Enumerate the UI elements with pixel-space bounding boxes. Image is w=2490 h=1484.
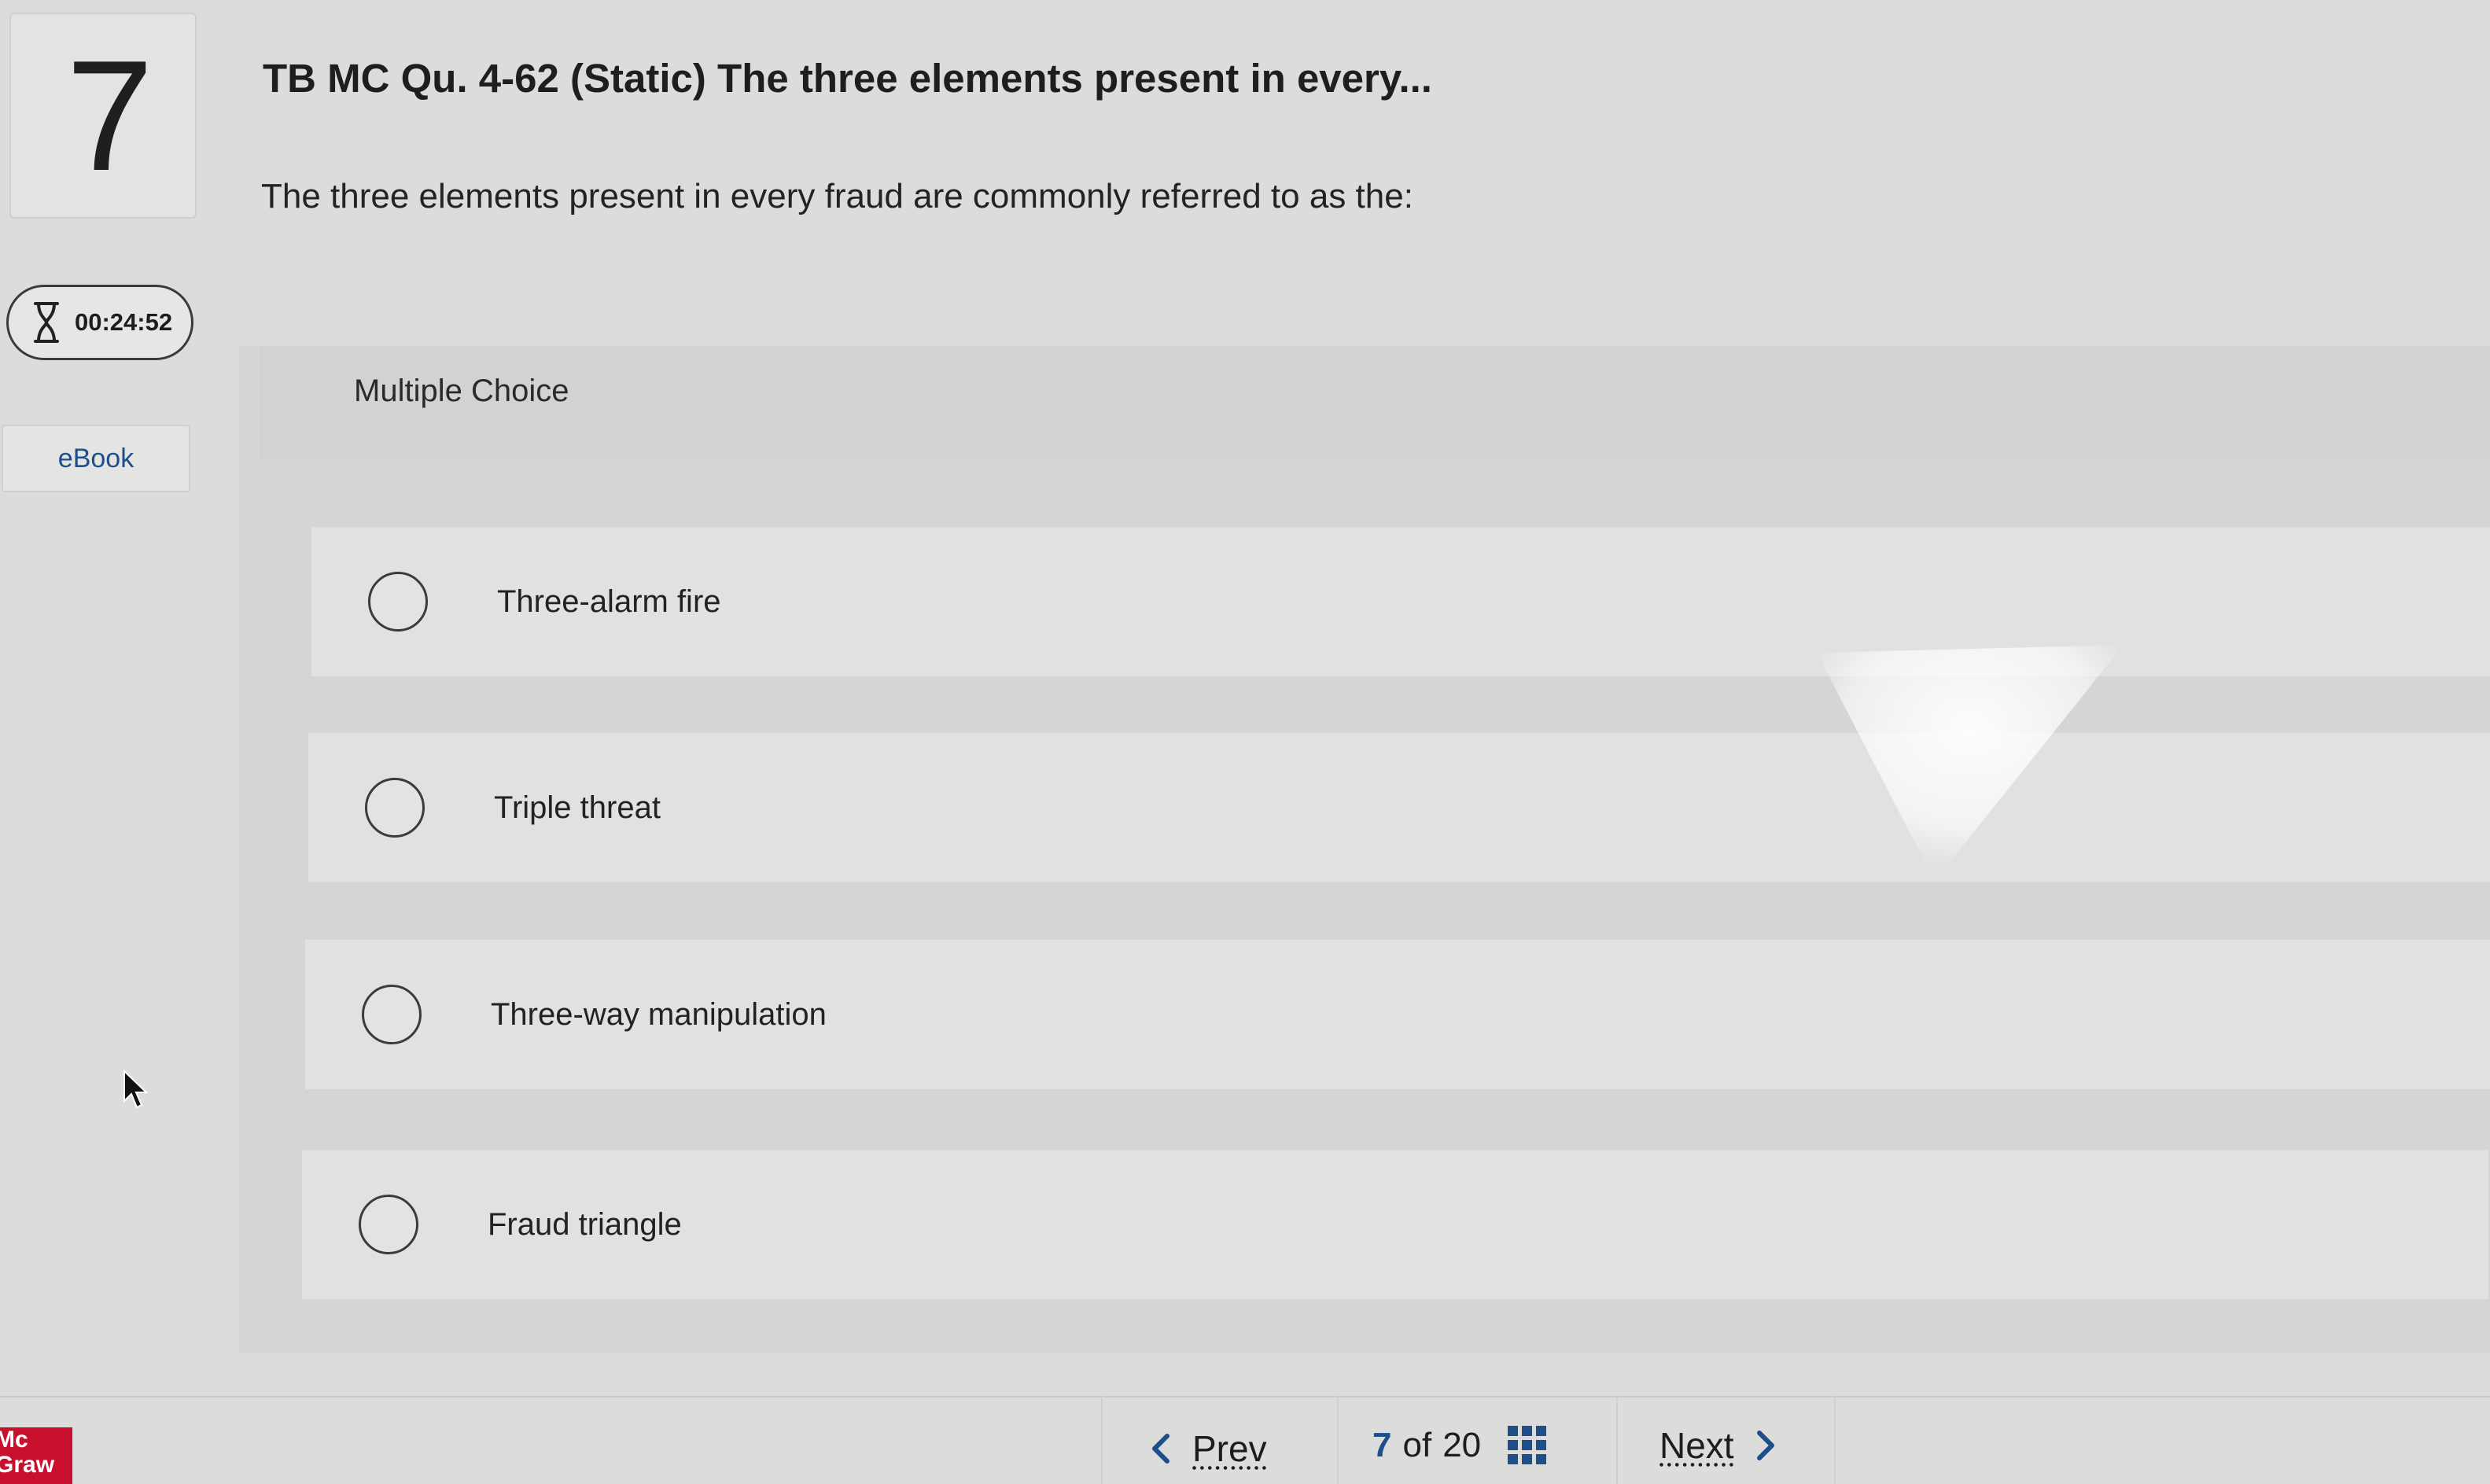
logo-line-2: Graw — [0, 1452, 55, 1478]
hourglass-icon — [34, 302, 59, 343]
radio-button[interactable] — [365, 778, 425, 838]
next-label: Next — [1659, 1425, 1734, 1466]
chevron-right-icon — [1756, 1431, 1774, 1460]
choice-option[interactable]: Triple threat — [308, 733, 2490, 882]
next-button[interactable]: Next — [1659, 1424, 1778, 1467]
choice-label: Three-alarm fire — [497, 584, 721, 619]
prev-label: Prev — [1192, 1428, 1267, 1469]
choice-option[interactable]: Three-way manipulation — [305, 940, 2490, 1089]
radio-button[interactable] — [362, 985, 422, 1044]
choice-label: Triple threat — [494, 790, 661, 825]
question-navigation: Prev 7 of 20 Next — [1101, 1396, 1840, 1484]
nav-divider — [1337, 1396, 1339, 1484]
question-number-box: 7 — [9, 13, 197, 219]
ebook-button[interactable]: eBook — [2, 425, 190, 492]
current-page: 7 — [1372, 1426, 1392, 1464]
prev-button[interactable]: Prev — [1148, 1427, 1267, 1470]
nav-divider — [1834, 1396, 1836, 1484]
chevron-left-icon — [1152, 1434, 1169, 1464]
question-title: TB MC Qu. 4-62 (Static) The three elemen… — [263, 56, 1432, 101]
logo-line-1: Mc — [0, 1427, 28, 1453]
question-number: 7 — [66, 28, 154, 204]
mcgraw-logo: Mc Graw — [0, 1427, 72, 1484]
choice-option[interactable]: Fraud triangle — [302, 1150, 2488, 1299]
nav-divider — [1616, 1396, 1618, 1484]
timer-value: 00:24:52 — [75, 308, 173, 336]
total-pages: 20 — [1442, 1426, 1482, 1464]
screen-glare — [1817, 645, 2123, 881]
multiple-choice-label: Multiple Choice — [354, 374, 569, 408]
timer-badge: 00:24:52 — [6, 285, 193, 360]
radio-button[interactable] — [359, 1195, 418, 1254]
choice-label: Three-way manipulation — [491, 996, 827, 1032]
nav-divider — [1101, 1396, 1103, 1484]
question-prompt: The three elements present in every frau… — [261, 177, 1413, 215]
mouse-cursor-icon — [123, 1070, 149, 1109]
of-label: of — [1402, 1426, 1432, 1464]
radio-button[interactable] — [368, 572, 428, 632]
page-indicator[interactable]: 7 of 20 — [1372, 1424, 1549, 1467]
grid-icon[interactable] — [1506, 1424, 1549, 1467]
choice-label: Fraud triangle — [488, 1206, 682, 1242]
choice-option[interactable]: Three-alarm fire — [311, 527, 2490, 676]
multiple-choice-header — [260, 346, 2490, 460]
